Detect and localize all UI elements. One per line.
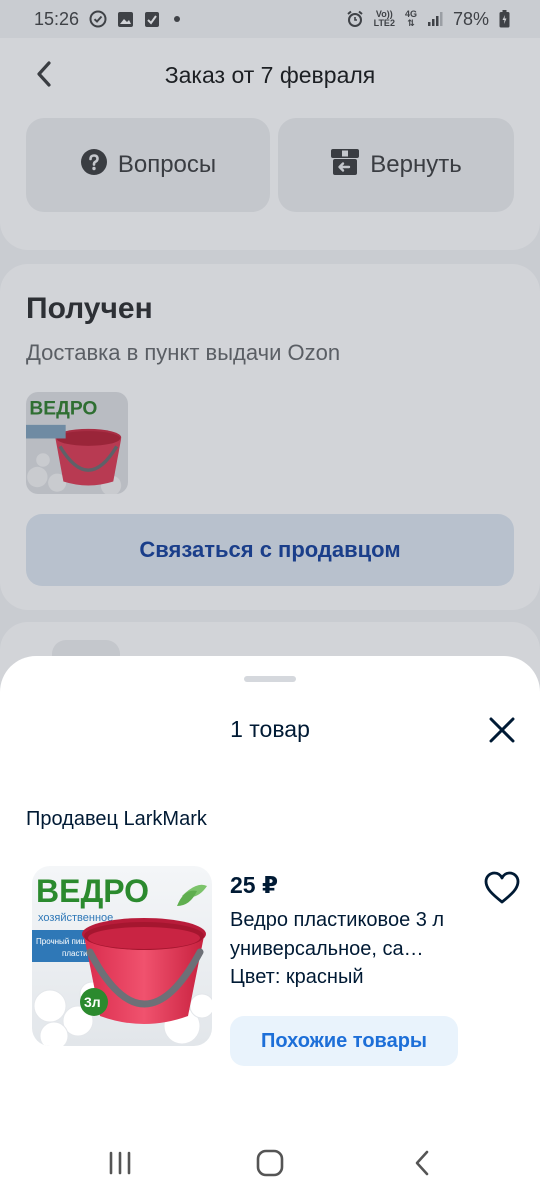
battery-percent: 78%	[452, 8, 489, 29]
seller-name[interactable]: Продавец LarkMark	[26, 808, 207, 831]
status-right: Vo)) LTE2 4G ⇅ 78%	[346, 9, 510, 30]
return-label: Вернуть	[370, 151, 462, 178]
close-button[interactable]	[484, 712, 520, 748]
task-check-icon	[144, 11, 160, 28]
nav-back-button[interactable]	[402, 1146, 442, 1180]
status-time: 15:26	[34, 8, 80, 29]
network-indicator: 4G ⇅	[405, 10, 417, 28]
questions-button[interactable]: Вопросы	[26, 118, 270, 212]
product-image[interactable]: ВЕДРО хозяйственное Прочный пищевой плас…	[32, 866, 212, 1046]
check-circle-icon	[89, 10, 107, 28]
product-name[interactable]: Ведро пластиковое 3 л универсальное, са…	[230, 906, 476, 964]
bucket-product-image: ВЕДРО	[26, 392, 128, 494]
contact-seller-button[interactable]: Связаться с продавцом	[26, 514, 514, 586]
volte-indicator: Vo)) LTE2	[374, 10, 395, 28]
sheet-drag-handle[interactable]	[244, 676, 296, 682]
notification-dot-icon	[174, 16, 181, 22]
back-icon	[415, 1150, 429, 1176]
product-color: Цвет: красный	[230, 966, 364, 988]
order-item-thumbnail[interactable]: ВЕДРО	[26, 392, 128, 494]
signal-icon	[427, 11, 443, 27]
status-bar: 15:26 Vo)) LTE2 4G ⇅ 78%	[0, 0, 540, 38]
recent-apps-icon	[109, 1151, 131, 1175]
alarm-icon	[346, 10, 364, 28]
product-price: 25 ₽	[230, 872, 278, 898]
system-nav-bar	[0, 1126, 540, 1200]
similar-products-button[interactable]: Похожие товары	[230, 1016, 458, 1066]
order-status: Получен	[26, 292, 153, 325]
sheet-title: 1 товар	[230, 716, 310, 742]
return-box-icon	[330, 148, 360, 183]
page-title: Заказ от 7 февраля	[164, 62, 376, 88]
battery-charging-icon	[499, 10, 510, 28]
questions-label: Вопросы	[117, 151, 217, 178]
gallery-icon	[117, 11, 134, 28]
favorite-button[interactable]	[482, 868, 522, 908]
data-arrows-icon: ⇅	[407, 18, 415, 28]
svg-text:хозяйственное: хозяйственное	[38, 912, 113, 924]
lte-label: LTE2	[373, 18, 395, 28]
question-circle-icon	[80, 148, 108, 183]
svg-text:ВЕДРО: ВЕДРО	[29, 399, 97, 420]
svg-text:ВЕДРО: ВЕДРО	[36, 873, 149, 909]
order-delivery-type: Доставка в пункт выдачи Ozon	[26, 340, 341, 365]
heart-outline-icon	[484, 871, 520, 904]
order-header: Заказ от 7 февраля Вопросы Вернуть	[0, 38, 540, 250]
home-icon	[256, 1149, 284, 1177]
bucket-product-image: ВЕДРО хозяйственное Прочный пищевой плас…	[32, 866, 212, 1046]
svg-text:3л: 3л	[84, 994, 101, 1010]
close-icon	[489, 717, 515, 743]
order-card: Получен Доставка в пункт выдачи Ozon ВЕД…	[0, 264, 540, 610]
nav-recent-apps-button[interactable]	[100, 1146, 140, 1180]
status-left: 15:26	[34, 8, 181, 30]
items-bottom-sheet: 1 товар Продавец LarkMark ВЕДРО хозяйств…	[0, 656, 540, 1200]
return-button[interactable]: Вернуть	[278, 118, 514, 212]
nav-home-button[interactable]	[250, 1146, 290, 1180]
